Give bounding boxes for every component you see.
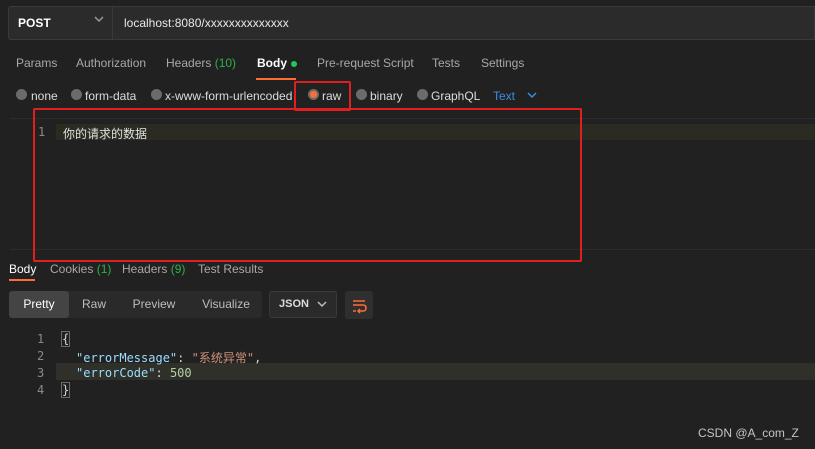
tab-tests[interactable]: Tests bbox=[432, 56, 460, 70]
body-indicator-dot bbox=[291, 60, 297, 67]
active-tab-underline bbox=[256, 78, 296, 80]
json-colon: : bbox=[177, 351, 192, 365]
tab-pre-request-script[interactable]: Pre-request Script bbox=[317, 56, 414, 70]
chevron-down-icon[interactable] bbox=[92, 12, 106, 26]
response-headers-count: (9) bbox=[170, 262, 186, 276]
radio-none[interactable] bbox=[16, 89, 27, 100]
tab-settings[interactable]: Settings bbox=[481, 56, 524, 70]
format-dropdown[interactable]: Text bbox=[493, 89, 515, 103]
tab-body[interactable]: Body bbox=[257, 56, 297, 70]
json-colon: : bbox=[155, 366, 170, 380]
response-tab-cookies[interactable]: Cookies (1) bbox=[50, 262, 111, 276]
radio-binary-label[interactable]: binary bbox=[370, 89, 403, 103]
radio-urlencoded[interactable] bbox=[151, 89, 162, 100]
response-tab-test-results[interactable]: Test Results bbox=[198, 262, 263, 276]
radio-graphql-label[interactable]: GraphQL bbox=[431, 89, 480, 103]
json-close-brace: } bbox=[60, 382, 71, 398]
active-response-tab-underline bbox=[9, 279, 35, 281]
radio-graphql[interactable] bbox=[417, 89, 428, 100]
radio-form-data-label[interactable]: form-data bbox=[85, 89, 136, 103]
tab-params[interactable]: Params bbox=[16, 56, 57, 70]
wrap-lines-button[interactable] bbox=[345, 291, 373, 319]
view-pretty-button[interactable]: Pretty bbox=[9, 291, 69, 318]
cookies-label: Cookies bbox=[50, 262, 94, 276]
cookies-count: (1) bbox=[96, 262, 112, 276]
view-visualize-button[interactable]: Visualize bbox=[192, 291, 260, 318]
url-value: localhost:8080/xxxxxxxxxxxxxx bbox=[124, 16, 289, 30]
json-string-value: "系统异常" bbox=[191, 351, 255, 365]
response-headers-label: Headers bbox=[122, 262, 168, 276]
wrap-lines-icon bbox=[353, 300, 367, 314]
raw-highlight-box bbox=[294, 81, 351, 111]
json-key: "errorMessage" bbox=[76, 351, 178, 365]
line-number: 1 bbox=[37, 332, 45, 346]
radio-none-label[interactable]: none bbox=[31, 89, 58, 103]
tab-body-label: Body bbox=[257, 56, 287, 70]
json-open-brace: { bbox=[60, 331, 71, 347]
headers-count: (10) bbox=[214, 56, 237, 70]
line-number: 3 bbox=[37, 366, 45, 380]
view-preview-button[interactable]: Preview bbox=[124, 291, 184, 318]
line-number: 4 bbox=[37, 383, 45, 397]
json-line-error-message: "errorMessage": "系统异常", bbox=[76, 349, 261, 366]
tab-headers-label: Headers bbox=[166, 56, 212, 70]
radio-urlencoded-label[interactable]: x-www-form-urlencoded bbox=[165, 89, 292, 103]
line-number: 2 bbox=[37, 349, 45, 363]
json-line-error-code: "errorCode": 500 bbox=[76, 366, 192, 380]
method-label: POST bbox=[18, 16, 51, 30]
json-number-value: 500 bbox=[169, 366, 192, 380]
response-tab-body[interactable]: Body bbox=[9, 262, 36, 276]
chevron-down-icon[interactable] bbox=[316, 298, 328, 310]
tab-headers[interactable]: Headers (10) bbox=[166, 56, 236, 70]
watermark: CSDN @A_com_Z bbox=[698, 426, 799, 440]
radio-binary[interactable] bbox=[356, 89, 367, 100]
chevron-down-icon[interactable] bbox=[526, 89, 538, 101]
view-raw-button[interactable]: Raw bbox=[69, 291, 119, 318]
response-tab-headers[interactable]: Headers (9) bbox=[122, 262, 185, 276]
radio-form-data[interactable] bbox=[71, 89, 82, 100]
response-format-label: JSON bbox=[279, 298, 309, 310]
tab-authorization[interactable]: Authorization bbox=[76, 56, 146, 70]
editor-highlight-box bbox=[33, 108, 582, 262]
json-comma: , bbox=[254, 351, 262, 365]
json-key: "errorCode" bbox=[76, 366, 156, 380]
